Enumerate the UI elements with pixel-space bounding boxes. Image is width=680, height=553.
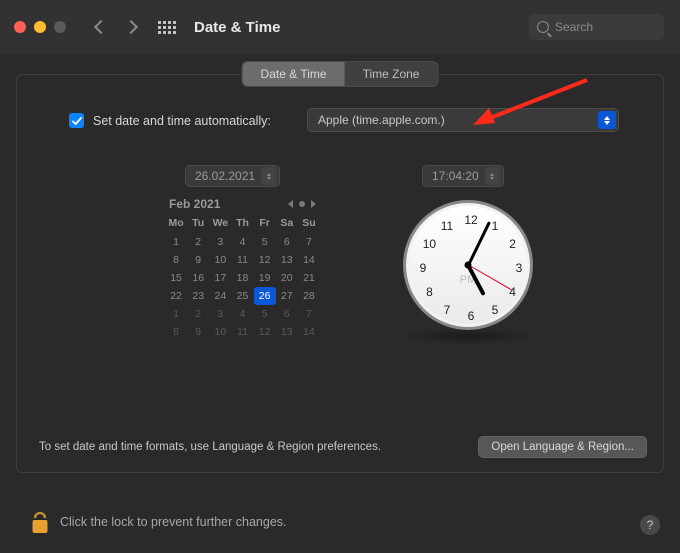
calendar-day[interactable]: 10 <box>209 251 231 269</box>
calendar-day[interactable]: 5 <box>254 305 276 323</box>
calendar-day[interactable]: 21 <box>298 269 320 287</box>
clock-number: 5 <box>492 303 499 317</box>
back-button[interactable] <box>94 20 108 34</box>
calendar-day[interactable]: 10 <box>209 323 231 341</box>
calendar-day[interactable]: 27 <box>276 287 298 305</box>
calendar-dow: Th <box>231 215 253 233</box>
calendar-day[interactable]: 17 <box>209 269 231 287</box>
calendar-day[interactable]: 24 <box>209 287 231 305</box>
time-field[interactable]: 17:04:20 <box>422 165 504 187</box>
clock-number: 9 <box>420 261 427 275</box>
calendar-day[interactable]: 11 <box>231 323 253 341</box>
clock-number: 3 <box>516 261 523 275</box>
calendar-day[interactable]: 16 <box>187 269 209 287</box>
calendar-dow: Sa <box>276 215 298 233</box>
calendar-day[interactable]: 2 <box>187 305 209 323</box>
calendar-dow: Fr <box>254 215 276 233</box>
clock-number: 7 <box>444 303 451 317</box>
panel: Date & Time Time Zone Set date and time … <box>16 74 664 473</box>
footer-hint: To set date and time formats, use Langua… <box>39 441 381 453</box>
tab-date-time[interactable]: Date & Time <box>243 62 345 86</box>
calendar-day[interactable]: 15 <box>165 269 187 287</box>
calendar-day[interactable]: 19 <box>254 269 276 287</box>
clock-number: 12 <box>464 213 477 227</box>
calendar-day[interactable]: 12 <box>254 323 276 341</box>
calendar-day[interactable]: 1 <box>165 305 187 323</box>
calendar-day[interactable]: 26 <box>254 287 276 305</box>
show-all-icon[interactable] <box>158 21 176 34</box>
calendar-day[interactable]: 3 <box>209 233 231 251</box>
maximize-icon <box>54 21 66 33</box>
calendar-day[interactable]: 12 <box>254 251 276 269</box>
segmented-control: Date & Time Time Zone <box>242 61 439 87</box>
calendar-day[interactable]: 1 <box>165 233 187 251</box>
clock-number: 6 <box>468 309 475 323</box>
analog-clock: 123456789101112 PM <box>403 200 533 330</box>
calendar-day[interactable]: 25 <box>231 287 253 305</box>
calendar-day[interactable]: 13 <box>276 251 298 269</box>
date-field-value: 26.02.2021 <box>195 169 255 183</box>
clock-number: 1 <box>492 219 499 233</box>
help-button[interactable]: ? <box>640 515 660 535</box>
clock-number: 10 <box>423 237 436 251</box>
time-server-dropdown[interactable]: Apple (time.apple.com.) <box>307 108 619 132</box>
forward-button[interactable] <box>124 20 138 34</box>
auto-checkbox-label: Set date and time automatically: <box>93 114 271 128</box>
calendar-month-label: Feb 2021 <box>169 197 220 211</box>
time-field-value: 17:04:20 <box>432 169 479 183</box>
calendar-day[interactable]: 7 <box>298 233 320 251</box>
search-placeholder: Search <box>555 20 593 34</box>
date-stepper[interactable] <box>261 167 276 185</box>
calendar-day[interactable]: 2 <box>187 233 209 251</box>
clock-number: 4 <box>509 285 516 299</box>
calendar-dow: Su <box>298 215 320 233</box>
clock-number: 11 <box>441 219 453 233</box>
calendar-dow: We <box>209 215 231 233</box>
calendar-next-icon[interactable] <box>311 200 316 208</box>
calendar-day[interactable]: 20 <box>276 269 298 287</box>
calendar-day[interactable]: 4 <box>231 305 253 323</box>
calendar-day[interactable]: 5 <box>254 233 276 251</box>
calendar-day[interactable]: 6 <box>276 305 298 323</box>
calendar-dow: Mo <box>165 215 187 233</box>
calendar-day[interactable]: 6 <box>276 233 298 251</box>
calendar-prev-icon[interactable] <box>288 200 293 208</box>
calendar-day[interactable]: 3 <box>209 305 231 323</box>
time-server-value: Apple (time.apple.com.) <box>318 113 445 127</box>
calendar-day[interactable]: 18 <box>231 269 253 287</box>
search-icon <box>537 21 549 33</box>
tab-time-zone[interactable]: Time Zone <box>345 62 438 86</box>
open-language-region-button[interactable]: Open Language & Region... <box>478 436 647 458</box>
calendar-day[interactable]: 13 <box>276 323 298 341</box>
calendar-today-icon[interactable] <box>299 201 305 207</box>
time-stepper[interactable] <box>485 167 500 185</box>
calendar-day[interactable]: 9 <box>187 251 209 269</box>
lock-icon[interactable] <box>30 511 48 533</box>
chevron-updown-icon <box>598 111 616 129</box>
clock-number: 2 <box>509 237 516 251</box>
minimize-icon[interactable] <box>34 21 46 33</box>
calendar-day[interactable]: 14 <box>298 251 320 269</box>
calendar-day[interactable]: 11 <box>231 251 253 269</box>
calendar-day[interactable]: 4 <box>231 233 253 251</box>
calendar-day[interactable]: 28 <box>298 287 320 305</box>
calendar-day[interactable]: 14 <box>298 323 320 341</box>
calendar-day[interactable]: 9 <box>187 323 209 341</box>
check-icon <box>71 115 83 127</box>
calendar-dow: Tu <box>187 215 209 233</box>
calendar-day[interactable]: 22 <box>165 287 187 305</box>
calendar-day[interactable]: 8 <box>165 251 187 269</box>
clock-number: 8 <box>426 285 433 299</box>
close-icon[interactable] <box>14 21 26 33</box>
date-field[interactable]: 26.02.2021 <box>185 165 280 187</box>
page-title: Date & Time <box>194 19 280 36</box>
calendar[interactable]: Feb 2021 MoTuWeThFrSaSu 1234567891011121… <box>165 197 320 341</box>
calendar-day[interactable]: 23 <box>187 287 209 305</box>
calendar-day[interactable]: 8 <box>165 323 187 341</box>
search-input[interactable]: Search <box>529 14 664 40</box>
auto-checkbox[interactable] <box>69 113 84 128</box>
calendar-day[interactable]: 7 <box>298 305 320 323</box>
lock-hint: Click the lock to prevent further change… <box>60 515 287 529</box>
